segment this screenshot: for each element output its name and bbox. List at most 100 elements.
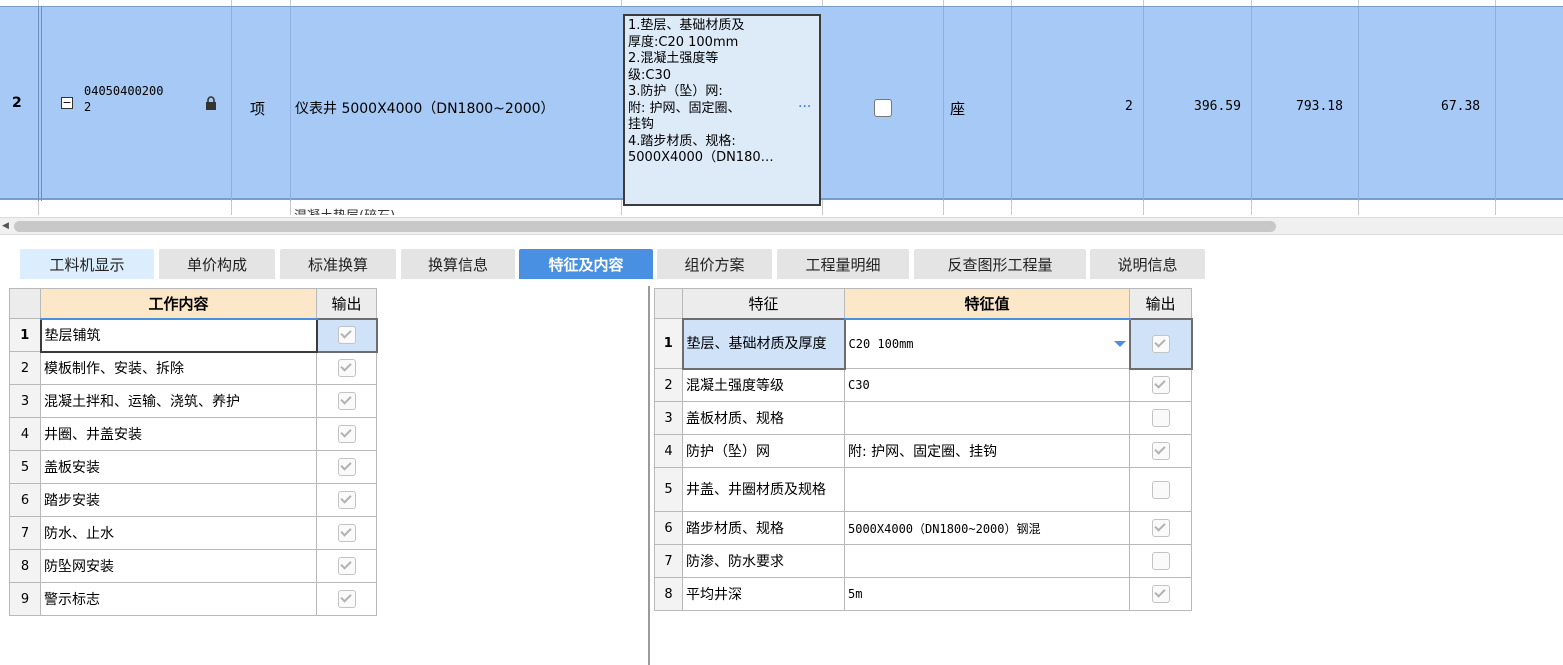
feature-name[interactable]: 混凝土强度等级 <box>682 368 845 402</box>
feature-value[interactable] <box>844 467 1130 512</box>
feature-value-dropdown[interactable]: C20 100mm <box>844 317 1130 369</box>
output-checkbox-cell[interactable] <box>1129 511 1192 545</box>
feature-value[interactable] <box>844 544 1130 578</box>
feature-name[interactable]: 盖板材质、规格 <box>682 401 845 435</box>
tab-conversion-info[interactable]: 换算信息 <box>401 249 515 279</box>
table-row[interactable]: 3 盖板材质、规格 <box>654 401 1192 435</box>
output-checkbox[interactable] <box>337 590 356 608</box>
item-features-cell[interactable]: 1.垫层、基础材质及 厚度:C20 100mm 2.混凝土强度等 级:C30 3… <box>623 14 821 206</box>
work-item[interactable]: 踏步安装 <box>40 483 317 517</box>
table-row[interactable]: 4 防护（坠）网 附: 护网、固定圈、挂钩 <box>654 434 1192 468</box>
work-item[interactable]: 盖板安装 <box>40 450 317 484</box>
output-checkbox[interactable] <box>337 524 356 542</box>
work-item[interactable]: 防水、止水 <box>40 516 317 550</box>
row-number: 5 <box>9 450 41 484</box>
table-row[interactable]: 6 踏步安装 <box>9 483 377 517</box>
output-checkbox-cell[interactable] <box>315 317 378 353</box>
panel-splitter[interactable] <box>648 286 650 665</box>
collapse-toggle[interactable]: − <box>61 97 73 109</box>
feature-value[interactable] <box>844 401 1130 435</box>
output-checkbox-cell[interactable] <box>316 351 377 385</box>
output-checkbox-cell[interactable] <box>1128 317 1193 370</box>
table-row[interactable]: 8 防坠网安装 <box>9 549 377 583</box>
output-checkbox-cell[interactable] <box>1129 467 1192 512</box>
table-row[interactable]: 4 井圈、井盖安装 <box>9 417 377 451</box>
output-checkbox[interactable] <box>337 392 356 410</box>
output-checkbox-cell[interactable] <box>316 582 377 616</box>
table-row[interactable]: 5 井盖、井圈材质及规格 <box>654 467 1192 512</box>
horizontal-scrollbar[interactable]: ◀ <box>0 217 1563 235</box>
output-checkbox[interactable] <box>1151 585 1170 603</box>
work-item[interactable]: 模板制作、安装、拆除 <box>40 351 317 385</box>
output-checkbox[interactable] <box>337 491 356 509</box>
table-row[interactable]: 6 踏步材质、规格 5000X4000（DN1800~2000）钢混 <box>654 511 1192 545</box>
output-checkbox[interactable] <box>1151 519 1170 537</box>
row-number: 6 <box>9 483 41 517</box>
output-checkbox-cell[interactable] <box>1129 577 1192 611</box>
tab-pricing-plan[interactable]: 组价方案 <box>657 249 772 279</box>
tab-unit-price[interactable]: 单价构成 <box>159 249 275 279</box>
item-checkbox[interactable] <box>874 99 892 117</box>
item-name[interactable]: 仪表井 5000X4000（DN1800~2000） <box>295 98 555 118</box>
table-row[interactable]: 7 防渗、防水要求 <box>654 544 1192 578</box>
output-checkbox[interactable] <box>337 425 356 443</box>
table-row-selected[interactable]: 2 − 04050400200 2 项 仪表井 5000X4000（DN1800… <box>0 6 1563 206</box>
table-row[interactable]: 7 防水、止水 <box>9 516 377 550</box>
table-row[interactable]: 1 垫层铺筑 <box>9 317 378 353</box>
chevron-down-icon[interactable] <box>1113 340 1126 347</box>
output-checkbox[interactable] <box>337 557 356 575</box>
feature-value[interactable]: 附: 护网、固定圈、挂钩 <box>844 434 1130 468</box>
output-checkbox[interactable] <box>337 326 356 344</box>
work-item[interactable]: 警示标志 <box>40 582 317 616</box>
tab-features-content[interactable]: 特征及内容 <box>519 249 653 279</box>
feature-table: 特征 特征值 输出 1 垫层、基础材质及厚度 C20 100mm 2 混凝土强度… <box>654 288 1193 611</box>
feature-name[interactable]: 防渗、防水要求 <box>682 544 845 578</box>
feature-name[interactable]: 防护（坠）网 <box>682 434 845 468</box>
row-number: 1 <box>9 318 41 352</box>
tab-labor-material[interactable]: 工料机显示 <box>20 249 154 279</box>
output-checkbox[interactable] <box>337 458 356 476</box>
output-checkbox-cell[interactable] <box>1129 401 1192 435</box>
output-checkbox[interactable] <box>1151 480 1170 499</box>
output-checkbox[interactable] <box>1151 376 1170 395</box>
scrollbar-thumb[interactable] <box>14 221 1276 232</box>
output-checkbox-cell[interactable] <box>1129 434 1192 468</box>
table-row[interactable]: 9 警示标志 <box>9 582 377 616</box>
work-item[interactable]: 混凝土拌和、运输、浇筑、养护 <box>40 384 317 418</box>
work-item[interactable]: 垫层铺筑 <box>39 317 318 353</box>
table-row[interactable]: 5 盖板安装 <box>9 450 377 484</box>
feature-value[interactable]: C30 <box>844 368 1130 402</box>
output-checkbox[interactable] <box>1151 409 1170 427</box>
output-checkbox-cell[interactable] <box>316 450 377 484</box>
feature-name[interactable]: 垫层、基础材质及厚度 <box>681 317 846 370</box>
output-checkbox-cell[interactable] <box>316 549 377 583</box>
output-checkbox[interactable] <box>1151 334 1170 353</box>
work-item[interactable]: 防坠网安装 <box>40 549 317 583</box>
tab-description[interactable]: 说明信息 <box>1090 249 1205 279</box>
work-item[interactable]: 井圈、井盖安装 <box>40 417 317 451</box>
tab-standard-conversion[interactable]: 标准换算 <box>280 249 396 279</box>
output-checkbox-cell[interactable] <box>316 483 377 517</box>
table-row[interactable]: 8 平均井深 5m <box>654 577 1192 611</box>
output-checkbox[interactable] <box>1151 552 1170 570</box>
output-checkbox[interactable] <box>337 359 356 378</box>
output-checkbox-cell[interactable] <box>1129 368 1192 402</box>
feature-value[interactable]: 5m <box>844 577 1130 611</box>
table-row[interactable]: 2 模板制作、安装、拆除 <box>9 351 377 385</box>
output-checkbox[interactable] <box>1151 442 1170 460</box>
scroll-left-icon[interactable]: ◀ <box>2 221 9 231</box>
output-checkbox-cell[interactable] <box>316 417 377 451</box>
table-row[interactable]: 1 垫层、基础材质及厚度 C20 100mm <box>654 317 1193 370</box>
more-button[interactable]: ··· <box>798 99 811 115</box>
output-checkbox-cell[interactable] <box>1129 544 1192 578</box>
feature-name[interactable]: 踏步材质、规格 <box>682 511 845 545</box>
table-row[interactable]: 2 混凝土强度等级 C30 <box>654 368 1192 402</box>
feature-name[interactable]: 平均井深 <box>682 577 845 611</box>
feature-name[interactable]: 井盖、井圈材质及规格 <box>682 467 845 512</box>
tab-graphic-quantity[interactable]: 反查图形工程量 <box>914 249 1086 279</box>
feature-value[interactable]: 5000X4000（DN1800~2000）钢混 <box>844 511 1130 545</box>
table-row[interactable]: 3 混凝土拌和、运输、浇筑、养护 <box>9 384 377 418</box>
output-checkbox-cell[interactable] <box>316 384 377 418</box>
tab-quantity-detail[interactable]: 工程量明细 <box>777 249 909 279</box>
output-checkbox-cell[interactable] <box>316 516 377 550</box>
